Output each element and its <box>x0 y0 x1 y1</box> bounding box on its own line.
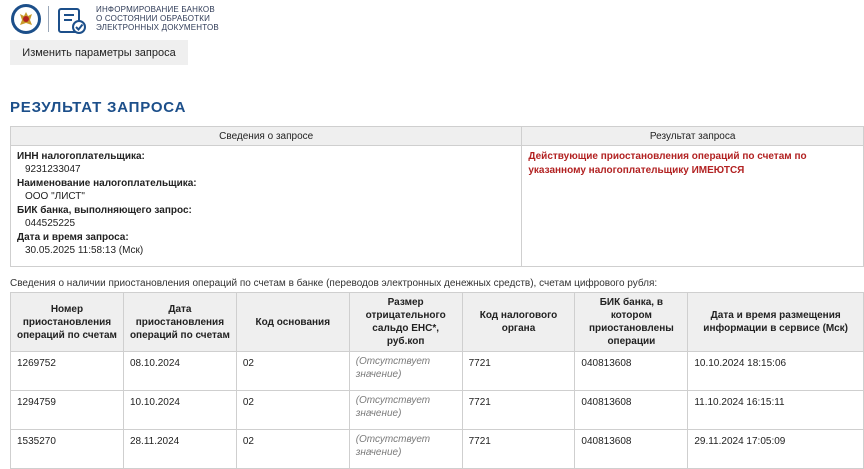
table-header-row: Номер приостановления операций по счетам… <box>10 292 864 352</box>
column-header-suspension-number: Номер приостановления операций по счетам <box>10 292 124 352</box>
cell-suspension-number: 1294759 <box>10 390 124 430</box>
cell-basis-code: 02 <box>235 390 350 430</box>
cell-posted-datetime: 10.10.2024 18:15:06 <box>687 351 864 391</box>
cell-bank-bik: 040813608 <box>574 351 689 391</box>
column-header-request-info: Сведения о запросе <box>9 126 523 146</box>
request-datetime-label: Дата и время запроса: <box>17 232 129 243</box>
site-header: ИНФОРМИРОВАНИЕ БАНКОВ О СОСТОЯНИИ ОБРАБО… <box>0 0 864 38</box>
table-row: 1269752 08.10.2024 02 (Отсутствует значе… <box>10 351 864 391</box>
page-title: РЕЗУЛЬТАТ ЗАПРОСА <box>10 99 187 116</box>
column-header-negative-balance: Размер отрицательного сальдо ЕНС*, руб.к… <box>348 292 463 352</box>
cell-basis-code: 02 <box>235 351 350 391</box>
cell-bank-bik: 040813608 <box>574 390 689 430</box>
cell-posted-datetime: 11.10.2024 16:15:11 <box>687 390 864 430</box>
brand-line: О СОСТОЯНИИ ОБРАБОТКИ <box>96 14 211 23</box>
suspensions-table: Номер приостановления операций по счетам… <box>10 292 864 469</box>
cell-tax-authority-code: 7721 <box>461 429 576 469</box>
cell-basis-code: 02 <box>235 429 350 469</box>
change-request-params-button[interactable]: Изменить параметры запроса <box>10 40 188 65</box>
result-message-line: Действующие приостановления операций по … <box>528 151 807 162</box>
request-summary-table: Сведения о запросе Результат запроса ИНН… <box>9 126 864 267</box>
brand-title: ИНФОРМИРОВАНИЕ БАНКОВ О СОСТОЯНИИ ОБРАБО… <box>96 5 219 32</box>
cell-suspension-number: 1535270 <box>10 429 124 469</box>
request-info-cell: ИНН налогоплательщика: 9231233047 Наимен… <box>9 145 523 267</box>
bik-value: 044525225 <box>25 218 76 229</box>
cell-suspension-date: 28.11.2024 <box>122 429 237 469</box>
result-cell: Действующие приостановления операций по … <box>521 145 864 267</box>
russian-emblem-icon <box>11 4 41 34</box>
accounts-section-caption: Сведения о наличии приостановления опера… <box>10 278 658 289</box>
inn-value: 9231233047 <box>25 164 81 175</box>
brand-line: ИНФОРМИРОВАНИЕ БАНКОВ <box>96 5 215 14</box>
cell-bank-bik: 040813608 <box>574 429 689 469</box>
taxpayer-name-value: ООО "ЛИСТ" <box>25 191 85 202</box>
cell-negative-balance: (Отсутствует значение) <box>348 390 463 430</box>
column-header-result: Результат запроса <box>521 126 864 146</box>
cell-posted-datetime: 29.11.2024 17:05:09 <box>687 429 864 469</box>
result-message-line: указанному налогоплательщику ИМЕЮТСЯ <box>528 165 745 176</box>
request-datetime-value: 30.05.2025 11:58:13 (Мск) <box>25 245 144 256</box>
column-header-posted-datetime: Дата и время размещения информации в сер… <box>687 292 864 352</box>
column-header-suspension-date: Дата приостановления операций по счетам <box>122 292 237 352</box>
column-header-basis-code: Код основания <box>235 292 350 352</box>
table-row: 1294759 10.10.2024 02 (Отсутствует значе… <box>10 390 864 430</box>
cell-negative-balance: (Отсутствует значение) <box>348 429 463 469</box>
column-header-tax-authority-code: Код налогового органа <box>461 292 576 352</box>
column-header-bank-bik: БИК банка, в котором приостановлены опер… <box>574 292 689 352</box>
bik-label: БИК банка, выполняющего запрос: <box>17 205 192 216</box>
inn-label: ИНН налогоплательщика: <box>17 151 145 162</box>
cell-suspension-date: 10.10.2024 <box>122 390 237 430</box>
taxpayer-name-label: Наименование налогоплательщика: <box>17 178 197 189</box>
cell-tax-authority-code: 7721 <box>461 390 576 430</box>
cell-suspension-date: 08.10.2024 <box>122 351 237 391</box>
brand-line: ЭЛЕКТРОННЫХ ДОКУМЕНТОВ <box>96 23 219 32</box>
cell-tax-authority-code: 7721 <box>461 351 576 391</box>
header-separator <box>48 6 49 32</box>
cell-negative-balance: (Отсутствует значение) <box>348 351 463 391</box>
cell-suspension-number: 1269752 <box>10 351 124 391</box>
document-check-icon <box>58 8 86 34</box>
table-row: 1535270 28.11.2024 02 (Отсутствует значе… <box>10 429 864 469</box>
